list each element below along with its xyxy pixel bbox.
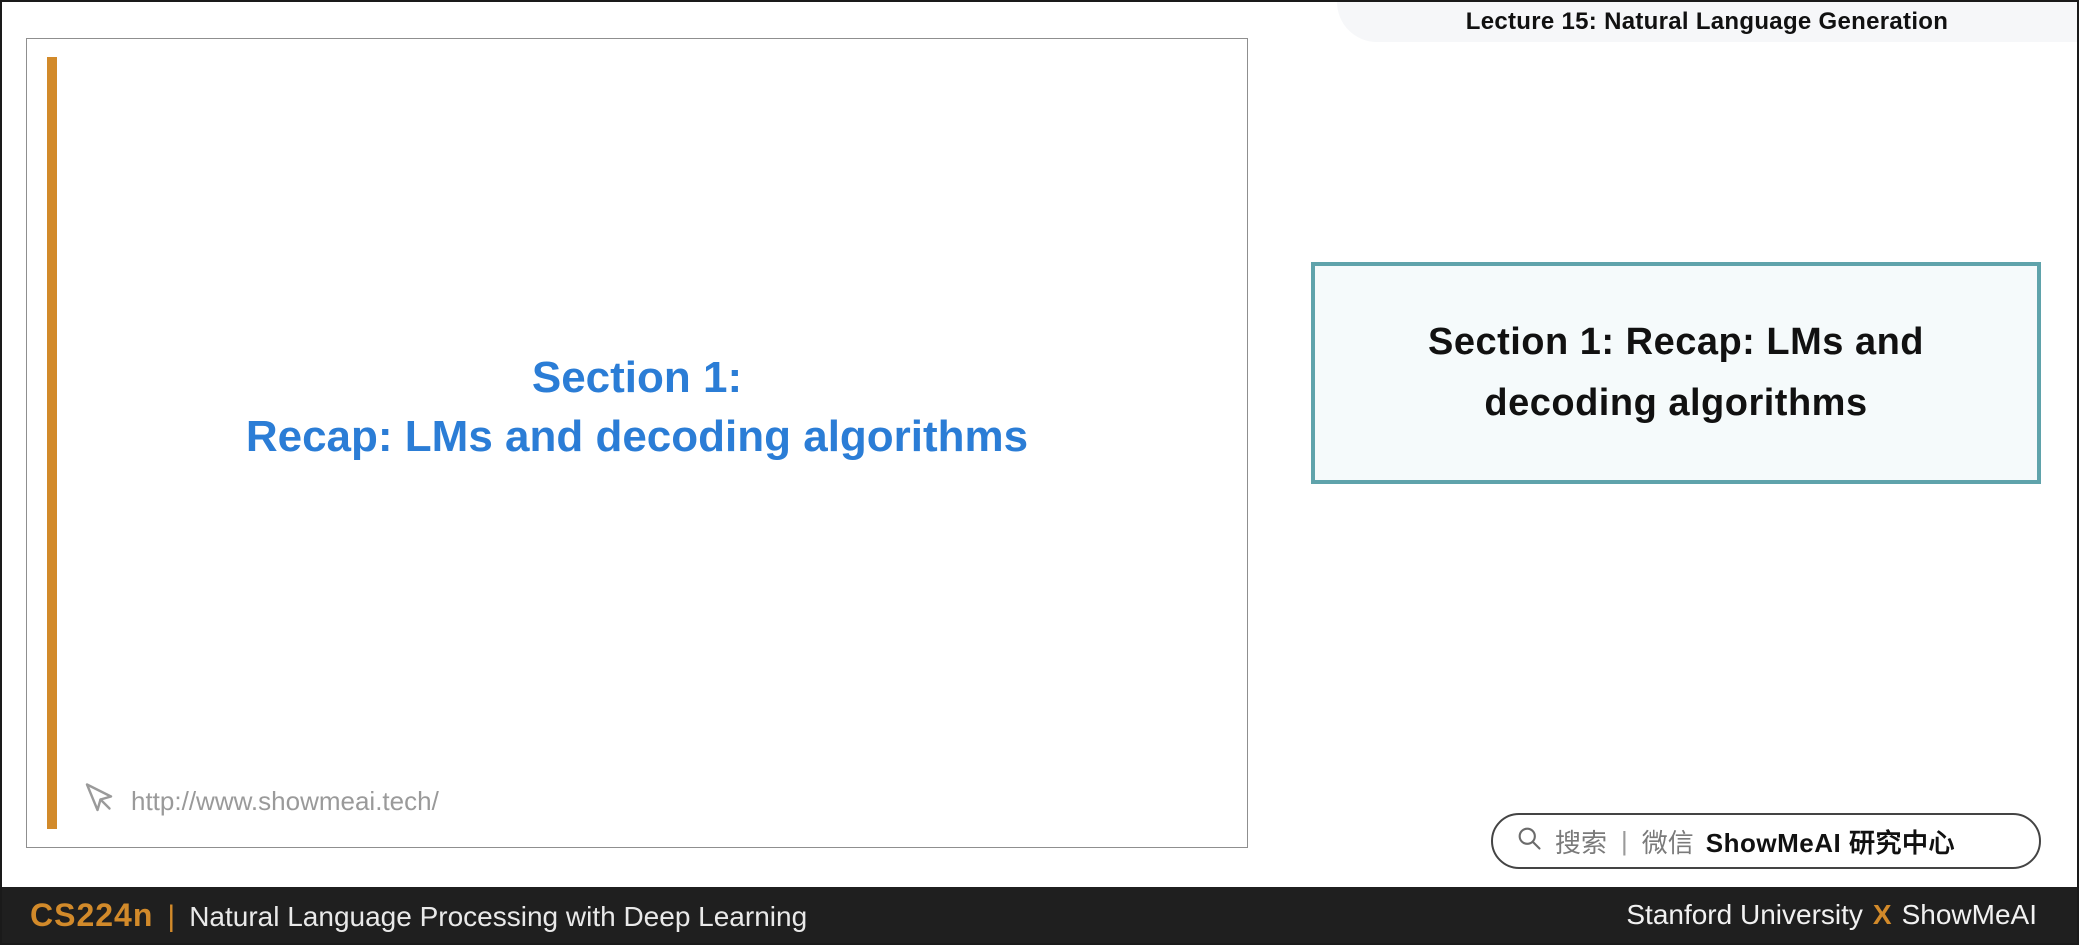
footer-left: CS224n | Natural Language Processing wit… xyxy=(30,897,807,934)
section-callout-text: Section 1: Recap: LMs and decoding algor… xyxy=(1355,312,1997,434)
search-hint-1: 搜索 xyxy=(1555,823,1607,860)
search-brand: ShowMeAI 研究中心 xyxy=(1706,823,1955,860)
slide-page: Lecture 15: Natural Language Generation … xyxy=(0,0,2079,945)
search-icon xyxy=(1515,824,1543,859)
search-hint-2: 微信 xyxy=(1642,823,1694,860)
slide-source-link[interactable]: http://www.showmeai.tech/ xyxy=(81,780,439,823)
slide-link-text: http://www.showmeai.tech/ xyxy=(131,786,439,817)
search-divider: | xyxy=(1619,826,1630,857)
slide-title: Section 1: Recap: LMs and decoding algor… xyxy=(27,348,1247,467)
footer-right: Stanford University X ShowMeAI xyxy=(1626,899,2037,931)
slide-title-line2: Recap: LMs and decoding algorithms xyxy=(27,407,1247,466)
slide-title-line1: Section 1: xyxy=(27,348,1247,407)
cursor-icon xyxy=(81,780,117,823)
course-subtitle: Natural Language Processing with Deep Le… xyxy=(189,901,807,933)
university-name: Stanford University xyxy=(1626,899,1863,931)
search-pill[interactable]: 搜索 | 微信 ShowMeAI 研究中心 xyxy=(1491,813,2041,869)
organization-name: ShowMeAI xyxy=(1902,899,2037,931)
section-callout: Section 1: Recap: LMs and decoding algor… xyxy=(1311,262,2041,484)
lecture-title: Lecture 15: Natural Language Generation xyxy=(1466,8,1948,36)
collab-x: X xyxy=(1873,899,1892,931)
lecture-header: Lecture 15: Natural Language Generation xyxy=(1337,2,2077,42)
footer-bar: CS224n | Natural Language Processing wit… xyxy=(2,887,2077,943)
course-code: CS224n xyxy=(30,897,153,934)
footer-pipe: | xyxy=(167,900,175,934)
embedded-slide: Section 1: Recap: LMs and decoding algor… xyxy=(26,38,1248,848)
